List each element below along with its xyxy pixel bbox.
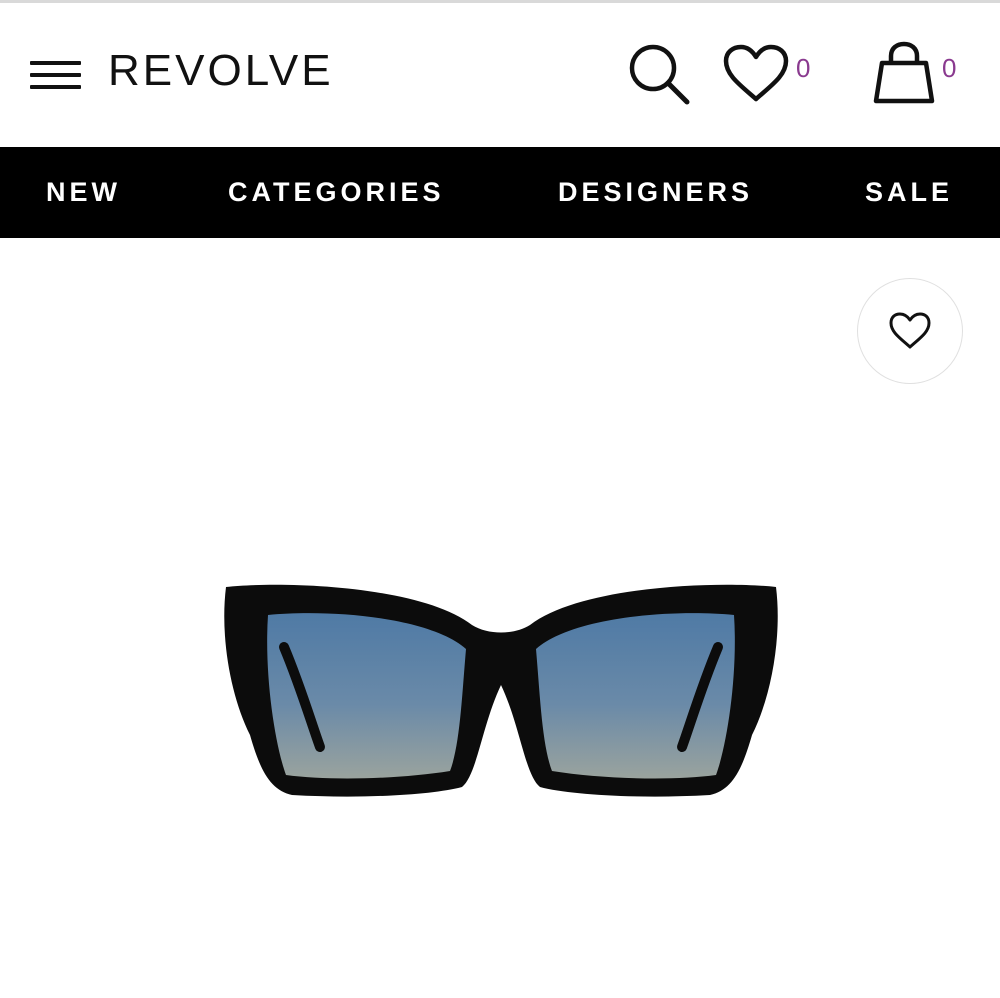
- nav-item-designers[interactable]: DESIGNERS: [558, 147, 753, 238]
- search-icon: [629, 44, 690, 105]
- hamburger-icon-bar: [30, 85, 81, 89]
- hamburger-icon-bar: [30, 61, 81, 65]
- main-nav: NEW CATEGORIES DESIGNERS SALE: [0, 147, 1000, 238]
- nav-item-new[interactable]: NEW: [46, 147, 121, 238]
- hamburger-icon-bar: [30, 73, 81, 77]
- search-button[interactable]: [626, 41, 692, 107]
- shopping-bag-icon: [873, 41, 935, 104]
- revolve-logo[interactable]: REVOLVE: [108, 47, 334, 95]
- heart-icon: [723, 44, 789, 102]
- shopping-bag-button[interactable]: [870, 41, 938, 107]
- wishlist-button[interactable]: [720, 43, 792, 105]
- wishlist-count: 0: [796, 53, 811, 83]
- product-image[interactable]: [220, 575, 782, 805]
- bag-count: 0: [942, 53, 957, 83]
- menu-button[interactable]: [30, 55, 82, 95]
- heart-icon: [889, 312, 931, 349]
- sunglasses-image: [224, 584, 778, 797]
- nav-item-sale[interactable]: SALE: [865, 147, 953, 238]
- add-to-wishlist-button[interactable]: [857, 278, 963, 384]
- nav-item-categories[interactable]: CATEGORIES: [228, 147, 445, 238]
- site-header: REVOLVE 0 0: [0, 3, 1000, 146]
